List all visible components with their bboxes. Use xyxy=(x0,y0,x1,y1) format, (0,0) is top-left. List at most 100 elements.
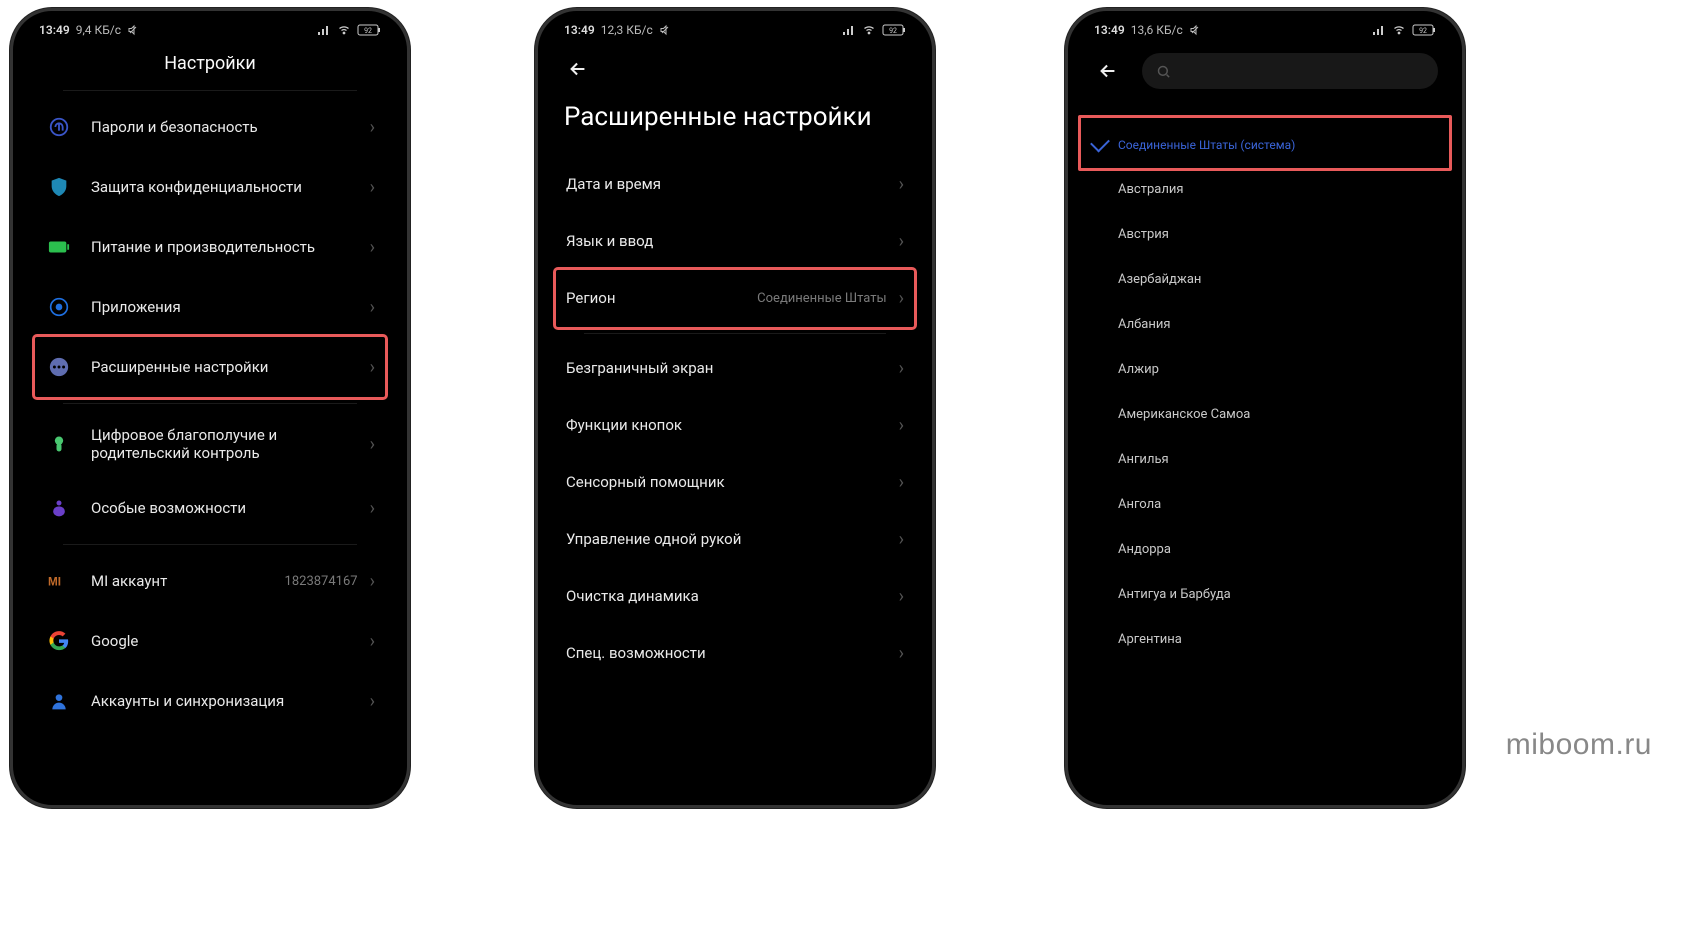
chevron-right-icon: › xyxy=(370,177,375,198)
row-body: Регион xyxy=(566,289,757,307)
mute-icon xyxy=(1189,24,1201,36)
signal-icon xyxy=(1372,25,1386,35)
back-button[interactable] xyxy=(1092,55,1124,87)
shield-icon xyxy=(45,173,73,201)
region-selected[interactable]: Соединенные Штаты (система) xyxy=(1072,123,1458,167)
row-body: Питание и производительность xyxy=(91,238,364,256)
settings-row[interactable]: Безграничный экран› xyxy=(556,340,914,397)
settings-row[interactable]: Дата и время › xyxy=(556,156,914,213)
svg-text:MI: MI xyxy=(48,575,61,588)
chevron-right-icon: › xyxy=(370,691,375,712)
settings-list: Пароли и безопасность›Защита конфиденциа… xyxy=(17,90,403,731)
signal-icon xyxy=(842,25,856,35)
settings-row[interactable]: Аккаунты и синхронизация › xyxy=(35,671,385,731)
row-label: Регион xyxy=(566,289,757,307)
region-label: Соединенные Штаты (система) xyxy=(1118,138,1295,152)
region-item[interactable]: Андорра xyxy=(1072,527,1458,572)
svg-text:92: 92 xyxy=(1419,27,1427,35)
svg-text:92: 92 xyxy=(889,27,897,35)
settings-row[interactable]: Функции кнопок› xyxy=(556,397,914,454)
row-label: Google xyxy=(91,632,364,650)
dots-icon xyxy=(45,353,73,381)
row-body: Сенсорный помощник xyxy=(566,473,893,491)
screen-3: 13:49 13,6 КБ/с 92 xyxy=(1072,15,1458,801)
settings-row[interactable]: Сенсорный помощник› xyxy=(556,454,914,511)
divider xyxy=(63,544,357,545)
row-label: Аккаунты и синхронизация xyxy=(91,692,364,710)
fingerprint-icon xyxy=(45,113,73,141)
region-label: Алжир xyxy=(1118,362,1159,377)
region-item[interactable]: Австралия xyxy=(1072,167,1458,212)
net-speed: 12,3 КБ/с xyxy=(601,23,653,37)
net-speed: 9,4 КБ/с xyxy=(76,23,121,37)
row-body: Цифровое благополучие и родительский кон… xyxy=(91,426,364,462)
mi-icon: MI xyxy=(45,567,73,595)
region-label: Ангола xyxy=(1118,497,1161,512)
settings-row[interactable]: Расширенные настройки› xyxy=(35,337,385,397)
settings-row[interactable]: Google › xyxy=(35,611,385,671)
mute-icon xyxy=(659,24,671,36)
chevron-right-icon: › xyxy=(899,529,904,550)
region-label: Американское Самоа xyxy=(1118,407,1250,422)
row-value: 1823874167 xyxy=(285,574,364,589)
row-body: Защита конфиденциальности xyxy=(91,178,364,196)
settings-row[interactable]: Язык и ввод› xyxy=(556,213,914,270)
settings-row[interactable]: MIMI аккаунт1823874167› xyxy=(35,551,385,611)
search-icon xyxy=(1156,64,1171,79)
chevron-right-icon: › xyxy=(899,231,904,252)
row-label: Очистка динамика xyxy=(566,587,893,605)
row-body: Спец. возможности xyxy=(566,644,893,662)
row-body: MI аккаунт xyxy=(91,572,285,590)
settings-row[interactable]: Приложения› xyxy=(35,277,385,337)
region-item[interactable]: Ангола xyxy=(1072,482,1458,527)
region-item[interactable]: Антигуа и Барбуда xyxy=(1072,572,1458,617)
battery-icon: 92 xyxy=(882,24,906,36)
region-item[interactable]: Азербайджан xyxy=(1072,257,1458,302)
row-label: Расширенные настройки xyxy=(91,358,364,376)
region-item[interactable]: Американское Самоа xyxy=(1072,392,1458,437)
wifi-icon xyxy=(337,24,351,36)
back-button[interactable] xyxy=(562,53,594,85)
chevron-right-icon: › xyxy=(899,174,904,195)
chevron-right-icon: › xyxy=(899,643,904,664)
settings-row[interactable]: РегионСоединенные Штаты › xyxy=(556,270,914,327)
settings-row[interactable]: Пароли и безопасность› xyxy=(35,97,385,157)
divider xyxy=(63,403,357,404)
region-label: Албания xyxy=(1118,317,1171,332)
row-label: Питание и производительность xyxy=(91,238,364,256)
row-label: MI аккаунт xyxy=(91,572,285,590)
row-body: Особые возможности xyxy=(91,499,364,517)
heart-icon xyxy=(45,430,73,458)
settings-row[interactable]: Цифровое благополучие и родительский кон… xyxy=(35,410,385,478)
watermark: miboom.ru xyxy=(1506,728,1652,762)
chevron-right-icon: › xyxy=(899,415,904,436)
header: Настройки xyxy=(17,45,403,84)
wifi-icon xyxy=(862,24,876,36)
clock: 13:49 xyxy=(1094,23,1125,37)
settings-row[interactable]: Управление одной рукой › xyxy=(556,511,914,568)
row-label: Управление одной рукой xyxy=(566,530,893,548)
wifi-icon xyxy=(1392,24,1406,36)
settings-row[interactable]: Спец. возможности › xyxy=(556,625,914,682)
settings-row[interactable]: Питание и производительность› xyxy=(35,217,385,277)
chevron-right-icon: › xyxy=(370,498,375,519)
row-label: Дата и время xyxy=(566,175,893,193)
chevron-right-icon: › xyxy=(370,434,375,455)
region-item[interactable]: Ангилья xyxy=(1072,437,1458,482)
row-body: Пароли и безопасность xyxy=(91,118,364,136)
chevron-right-icon: › xyxy=(370,631,375,652)
chevron-right-icon: › xyxy=(370,297,375,318)
region-item[interactable]: Алжир xyxy=(1072,347,1458,392)
settings-row[interactable]: Защита конфиденциальности › xyxy=(35,157,385,217)
search-input[interactable] xyxy=(1142,53,1438,89)
row-body: Управление одной рукой xyxy=(566,530,893,548)
region-item[interactable]: Австрия xyxy=(1072,212,1458,257)
settings-row[interactable]: Очистка динамика› xyxy=(556,568,914,625)
row-body: Расширенные настройки xyxy=(91,358,364,376)
row-label: Защита конфиденциальности xyxy=(91,178,364,196)
row-value: Соединенные Штаты xyxy=(757,291,892,306)
settings-row[interactable]: Особые возможности › xyxy=(35,478,385,538)
chevron-right-icon: › xyxy=(899,288,904,309)
region-item[interactable]: Аргентина xyxy=(1072,617,1458,662)
region-item[interactable]: Албания xyxy=(1072,302,1458,347)
